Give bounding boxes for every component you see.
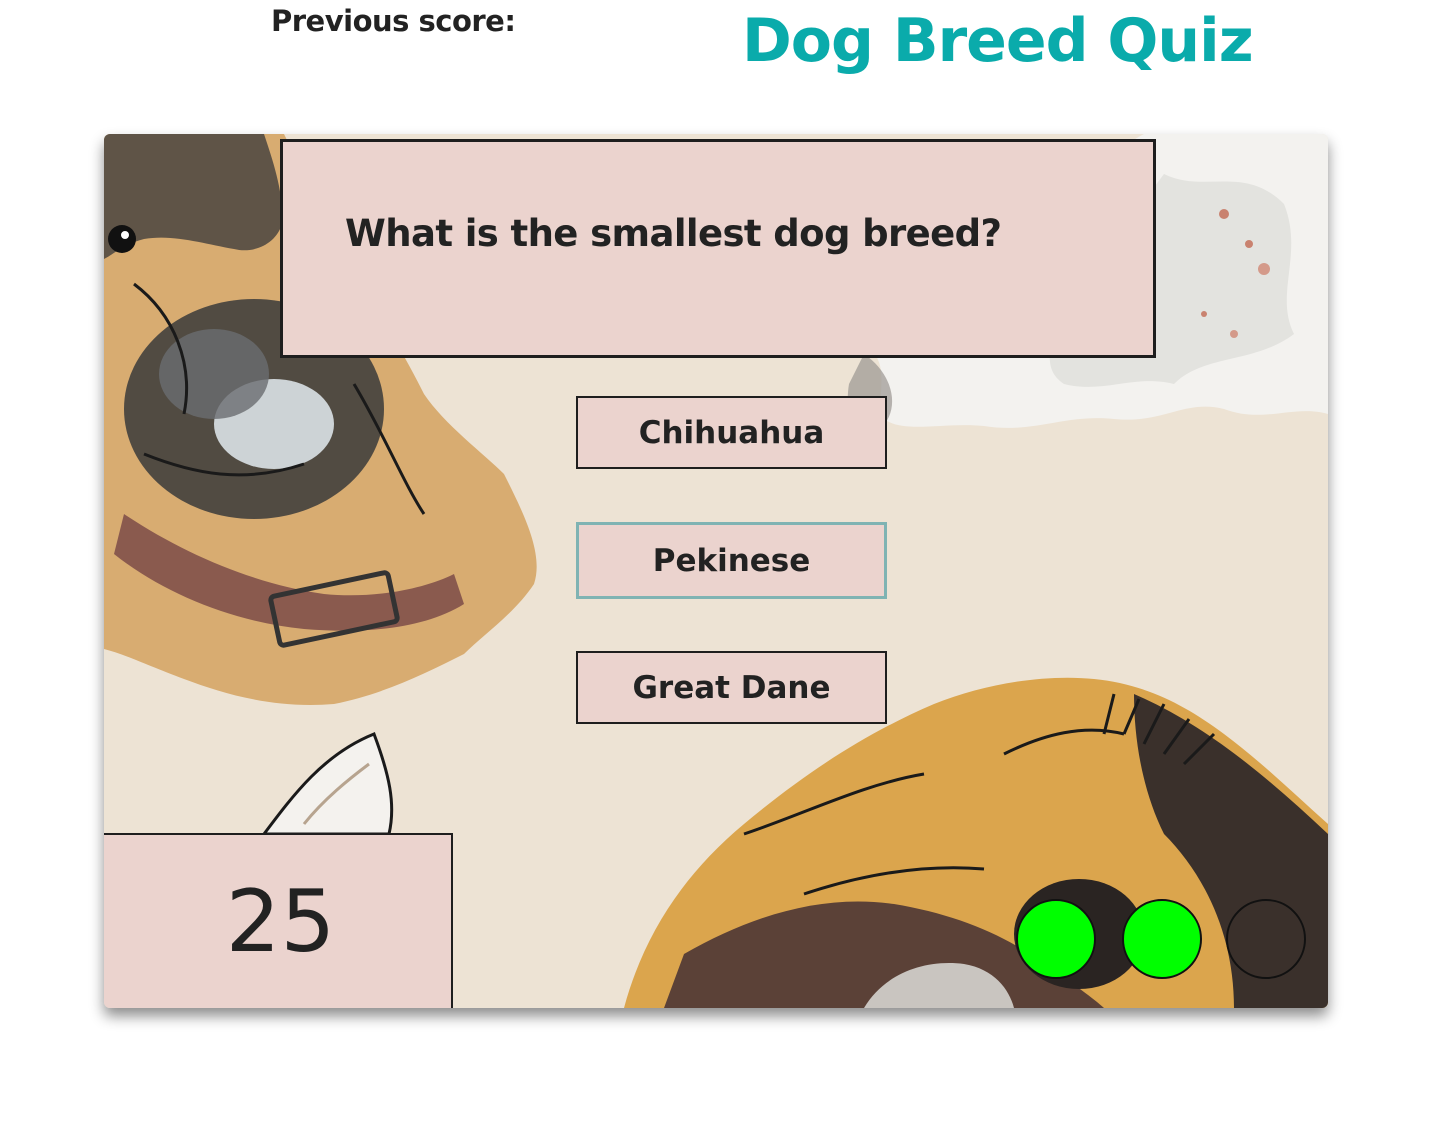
answer-button-great-dane[interactable]: Great Dane	[576, 651, 887, 724]
countdown-timer: 25	[104, 833, 453, 1008]
quiz-board: What is the smallest dog breed? Chihuahu…	[104, 134, 1328, 1008]
progress-dot-3	[1226, 899, 1306, 979]
timer-value: 25	[225, 871, 336, 972]
page-title: Dog Breed Quiz	[742, 6, 1254, 76]
answer-button-chihuahua[interactable]: Chihuahua	[576, 396, 887, 469]
quiz-page: Previous score: Dog Breed Quiz What is t…	[0, 0, 1437, 1122]
question-card: What is the smallest dog breed?	[280, 139, 1156, 358]
progress-dot-2	[1122, 899, 1202, 979]
previous-score-label: Previous score:	[271, 4, 516, 38]
progress-dot-1	[1016, 899, 1096, 979]
answer-button-pekinese[interactable]: Pekinese	[576, 522, 887, 599]
question-text: What is the smallest dog breed?	[345, 212, 1002, 255]
